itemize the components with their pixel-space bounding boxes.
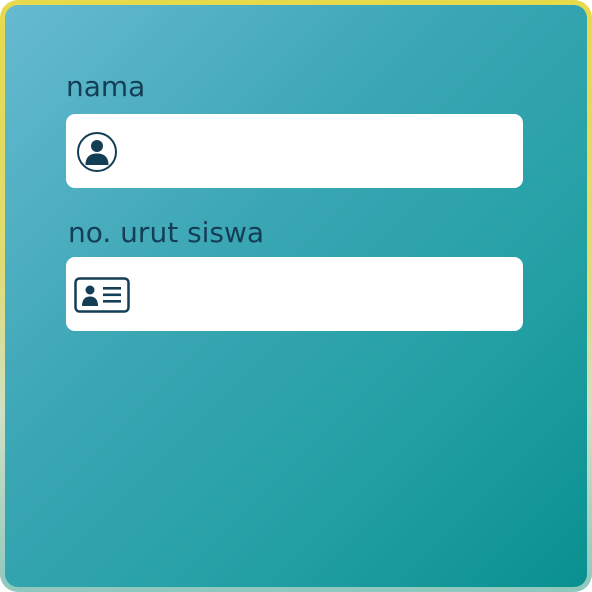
form-panel: nama no. urut siswa xyxy=(5,5,587,587)
student-number-label: no. urut siswa xyxy=(68,216,265,249)
name-input[interactable] xyxy=(136,114,511,188)
student-number-field[interactable] xyxy=(66,257,523,331)
user-circle-icon xyxy=(77,132,117,172)
name-field[interactable] xyxy=(66,114,523,188)
id-card-icon xyxy=(74,277,130,313)
form-card-frame: nama no. urut siswa xyxy=(0,0,592,592)
name-label: nama xyxy=(66,70,146,103)
student-number-input[interactable] xyxy=(136,257,511,331)
